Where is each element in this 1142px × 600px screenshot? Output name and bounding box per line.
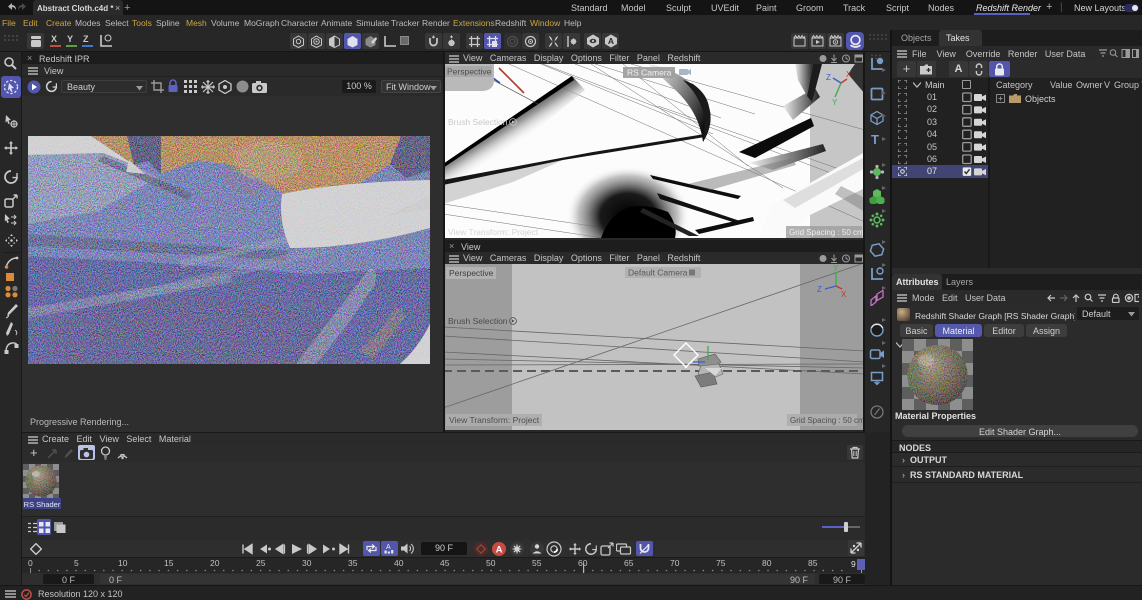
svg-text:Grid Spacing : 50 cm: Grid Spacing : 50 cm	[790, 416, 865, 425]
svg-text:Z: Z	[826, 73, 831, 82]
svg-text:25: 25	[256, 558, 266, 568]
svg-text:RS Camera: RS Camera	[627, 68, 672, 78]
svg-text:10: 10	[118, 558, 128, 568]
svg-text:50: 50	[486, 558, 496, 568]
svg-text:70: 70	[670, 558, 680, 568]
svg-text:65: 65	[624, 558, 634, 568]
svg-text:75: 75	[716, 558, 726, 568]
svg-text:30: 30	[302, 558, 312, 568]
svg-text:A: A	[386, 544, 391, 551]
svg-text:Y: Y	[833, 264, 839, 273]
svg-text:60: 60	[578, 558, 588, 568]
svg-text:80: 80	[762, 558, 772, 568]
svg-text:Brush Selection: Brush Selection	[448, 117, 508, 127]
svg-text:20: 20	[210, 558, 220, 568]
svg-text:Z: Z	[817, 285, 822, 294]
svg-text:A: A	[496, 545, 503, 556]
svg-text:Y: Y	[832, 98, 838, 107]
svg-text:View Transform: Project: View Transform: Project	[449, 415, 540, 425]
svg-text:X: X	[841, 290, 847, 299]
svg-text:Perspective: Perspective	[449, 268, 494, 278]
svg-text:15: 15	[164, 558, 174, 568]
svg-text:Brush Selection: Brush Selection	[448, 316, 508, 326]
svg-text:A: A	[607, 36, 613, 46]
svg-text:5: 5	[74, 558, 79, 568]
svg-text:X: X	[846, 70, 852, 79]
svg-text:0: 0	[28, 558, 33, 568]
svg-text:Grid Spacing : 50 cm: Grid Spacing : 50 cm	[789, 228, 864, 237]
svg-text:Perspective: Perspective	[447, 67, 492, 77]
svg-text:40: 40	[394, 558, 404, 568]
svg-text:45: 45	[440, 558, 450, 568]
svg-text:85: 85	[808, 558, 818, 568]
svg-text:View Transform: Project: View Transform: Project	[448, 227, 539, 237]
svg-text:55: 55	[532, 558, 542, 568]
svg-text:35: 35	[348, 558, 358, 568]
svg-text:9: 9	[851, 559, 856, 569]
svg-text:Default Camera: Default Camera	[628, 268, 688, 278]
